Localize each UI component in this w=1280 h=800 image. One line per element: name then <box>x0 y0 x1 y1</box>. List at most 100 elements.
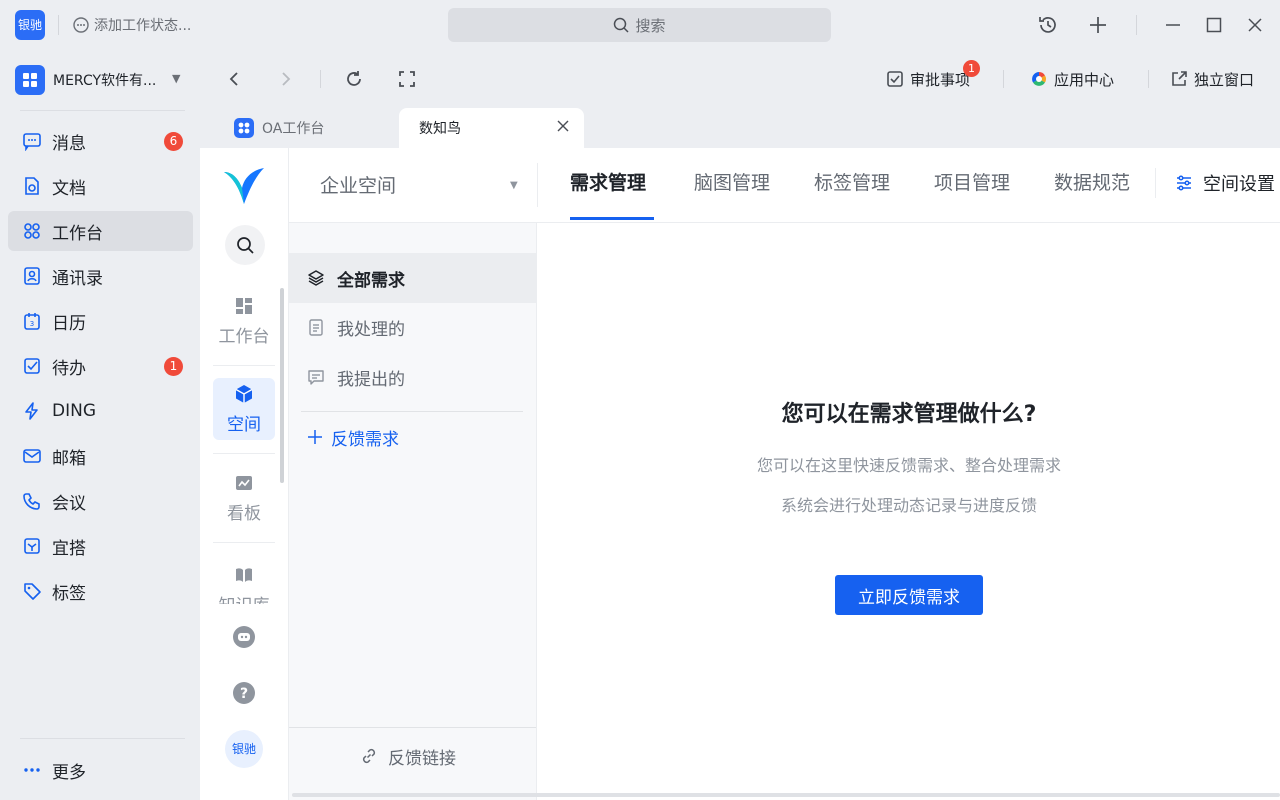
side-item-label: 工作台 <box>218 326 270 347</box>
nav-item-todo[interactable]: 待办 1 <box>8 346 193 386</box>
empty-state-description: 您可以在这里快速反馈需求、整合处理需求 <box>756 456 1061 475</box>
divider <box>301 411 523 412</box>
app-center-icon <box>1032 72 1046 86</box>
active-tab-indicator <box>570 217 654 220</box>
app-center-button[interactable]: 应用中心 <box>1030 66 1114 92</box>
space-select[interactable]: 企业空间 <box>320 170 525 198</box>
nav-label: 标签 <box>52 583 86 604</box>
caret-down-icon[interactable]: ▼ <box>172 72 180 85</box>
shuzhiniao-logo <box>224 168 264 204</box>
close-icon[interactable] <box>1242 12 1268 38</box>
feedback-link-button[interactable]: 反馈链接 <box>360 743 456 769</box>
nav-item-ding[interactable]: DING <box>8 391 193 431</box>
document-icon <box>25 177 39 195</box>
tab-oa-workbench[interactable]: OA工作台 <box>222 108 397 148</box>
nav-item-messages[interactable]: 消息 6 <box>8 121 193 161</box>
tab-projects[interactable]: 项目管理 <box>934 168 1010 198</box>
calendar-icon: 3 <box>24 313 40 330</box>
space-settings-button[interactable]: 空间设置 <box>1175 168 1275 198</box>
approval-button[interactable]: 审批事项 <box>886 66 970 92</box>
settings-sliders-icon <box>1177 175 1191 191</box>
nav-item-meeting[interactable]: 会议 <box>8 481 193 521</box>
nav-item-mail[interactable]: 邮箱 <box>8 436 193 476</box>
nav-item-calendar[interactable]: 3 日历 <box>8 301 193 341</box>
chart-icon <box>236 475 252 490</box>
side-item-knowledge[interactable]: 知识库 <box>213 560 275 604</box>
global-search[interactable]: 搜索 <box>448 8 831 42</box>
nav-label: 通讯录 <box>52 268 103 289</box>
req-item-all[interactable]: 全部需求 <box>289 253 536 303</box>
close-tab-icon[interactable] <box>555 118 571 134</box>
feedback-requirement-link[interactable]: 反馈需求 <box>307 424 399 450</box>
standalone-window-button[interactable]: 独立窗口 <box>1170 66 1254 92</box>
req-item-label: 我提出的 <box>337 369 405 390</box>
tab-label: OA工作台 <box>262 121 325 137</box>
feedback-now-button[interactable]: 立即反馈需求 <box>835 575 983 615</box>
nav-item-workbench[interactable]: 工作台 <box>8 211 193 251</box>
clipboard-icon <box>309 319 323 336</box>
search-icon <box>237 237 254 254</box>
work-status-button[interactable]: 添加工作状态... <box>72 14 191 36</box>
divider <box>20 738 185 739</box>
horizontal-scrollbar[interactable] <box>292 793 1280 797</box>
plus-icon <box>308 430 322 444</box>
divider <box>58 15 59 35</box>
nav-label: DING <box>52 401 96 421</box>
side-item-space[interactable]: 空间 <box>213 378 275 440</box>
tab-label: 数知鸟 <box>419 121 461 137</box>
req-item-submitted[interactable]: 我提出的 <box>289 352 536 402</box>
caret-down-icon[interactable]: ▼ <box>510 180 518 191</box>
divider <box>1136 15 1137 35</box>
cube-icon <box>235 384 253 403</box>
fullscreen-icon[interactable] <box>394 66 420 92</box>
nav-item-contacts[interactable]: 通讯录 <box>8 256 193 296</box>
chat-robot-icon[interactable] <box>232 625 256 649</box>
feedback-link-label: 反馈链接 <box>388 748 456 769</box>
app-search-button[interactable] <box>225 225 265 265</box>
empty-state-title: 您可以在需求管理做什么? <box>781 402 1037 427</box>
nav-item-docs[interactable]: 文档 <box>8 166 193 206</box>
maximize-icon[interactable] <box>1201 12 1227 38</box>
divider <box>537 163 538 207</box>
forward-icon[interactable] <box>273 66 299 92</box>
sidebar-scrollbar[interactable] <box>280 288 284 483</box>
divider <box>1155 168 1156 198</box>
divider <box>1148 70 1149 88</box>
side-item-workbench[interactable]: 工作台 <box>213 290 275 352</box>
todo-badge: 1 <box>164 357 183 376</box>
grid-icon <box>23 73 37 87</box>
user-avatar[interactable]: 银驰 <box>15 10 45 40</box>
side-item-board[interactable]: 看板 <box>213 467 275 529</box>
nav-item-tags[interactable]: 标签 <box>8 571 193 611</box>
back-icon[interactable] <box>221 66 247 92</box>
lightning-icon <box>25 402 38 420</box>
meeting-icon <box>23 493 40 510</box>
comment-icon <box>308 370 324 385</box>
divider <box>213 542 275 543</box>
book-icon <box>236 568 252 582</box>
tab-requirements[interactable]: 需求管理 <box>570 168 646 198</box>
tab-tags[interactable]: 标签管理 <box>814 168 890 198</box>
minimize-icon[interactable] <box>1160 12 1186 38</box>
app-center-label: 应用中心 <box>1054 70 1115 89</box>
history-icon[interactable] <box>1035 12 1061 38</box>
nav-label: 消息 <box>52 133 86 154</box>
nav-label: 更多 <box>52 762 86 783</box>
tab-data-standards[interactable]: 数据规范 <box>1054 168 1130 198</box>
plus-icon[interactable] <box>1085 12 1111 38</box>
tab-mindmap[interactable]: 脑图管理 <box>694 168 770 198</box>
help-icon[interactable]: ? <box>232 681 256 705</box>
org-switcher[interactable]: MERCY软件有... <box>15 64 156 96</box>
refresh-icon[interactable] <box>341 66 367 92</box>
divider <box>213 453 275 454</box>
nav-item-yida[interactable]: 宜搭 <box>8 526 193 566</box>
req-item-label: 全部需求 <box>337 270 405 291</box>
user-avatar[interactable]: 银驰 <box>225 730 263 768</box>
search-placeholder: 搜索 <box>635 16 666 35</box>
side-item-label: 空间 <box>227 414 261 435</box>
nav-item-more[interactable]: 更多 <box>8 750 193 790</box>
nav-label: 邮箱 <box>52 448 86 469</box>
approval-badge: 1 <box>963 60 980 77</box>
req-item-assigned[interactable]: 我处理的 <box>289 302 536 352</box>
divider <box>20 110 185 111</box>
